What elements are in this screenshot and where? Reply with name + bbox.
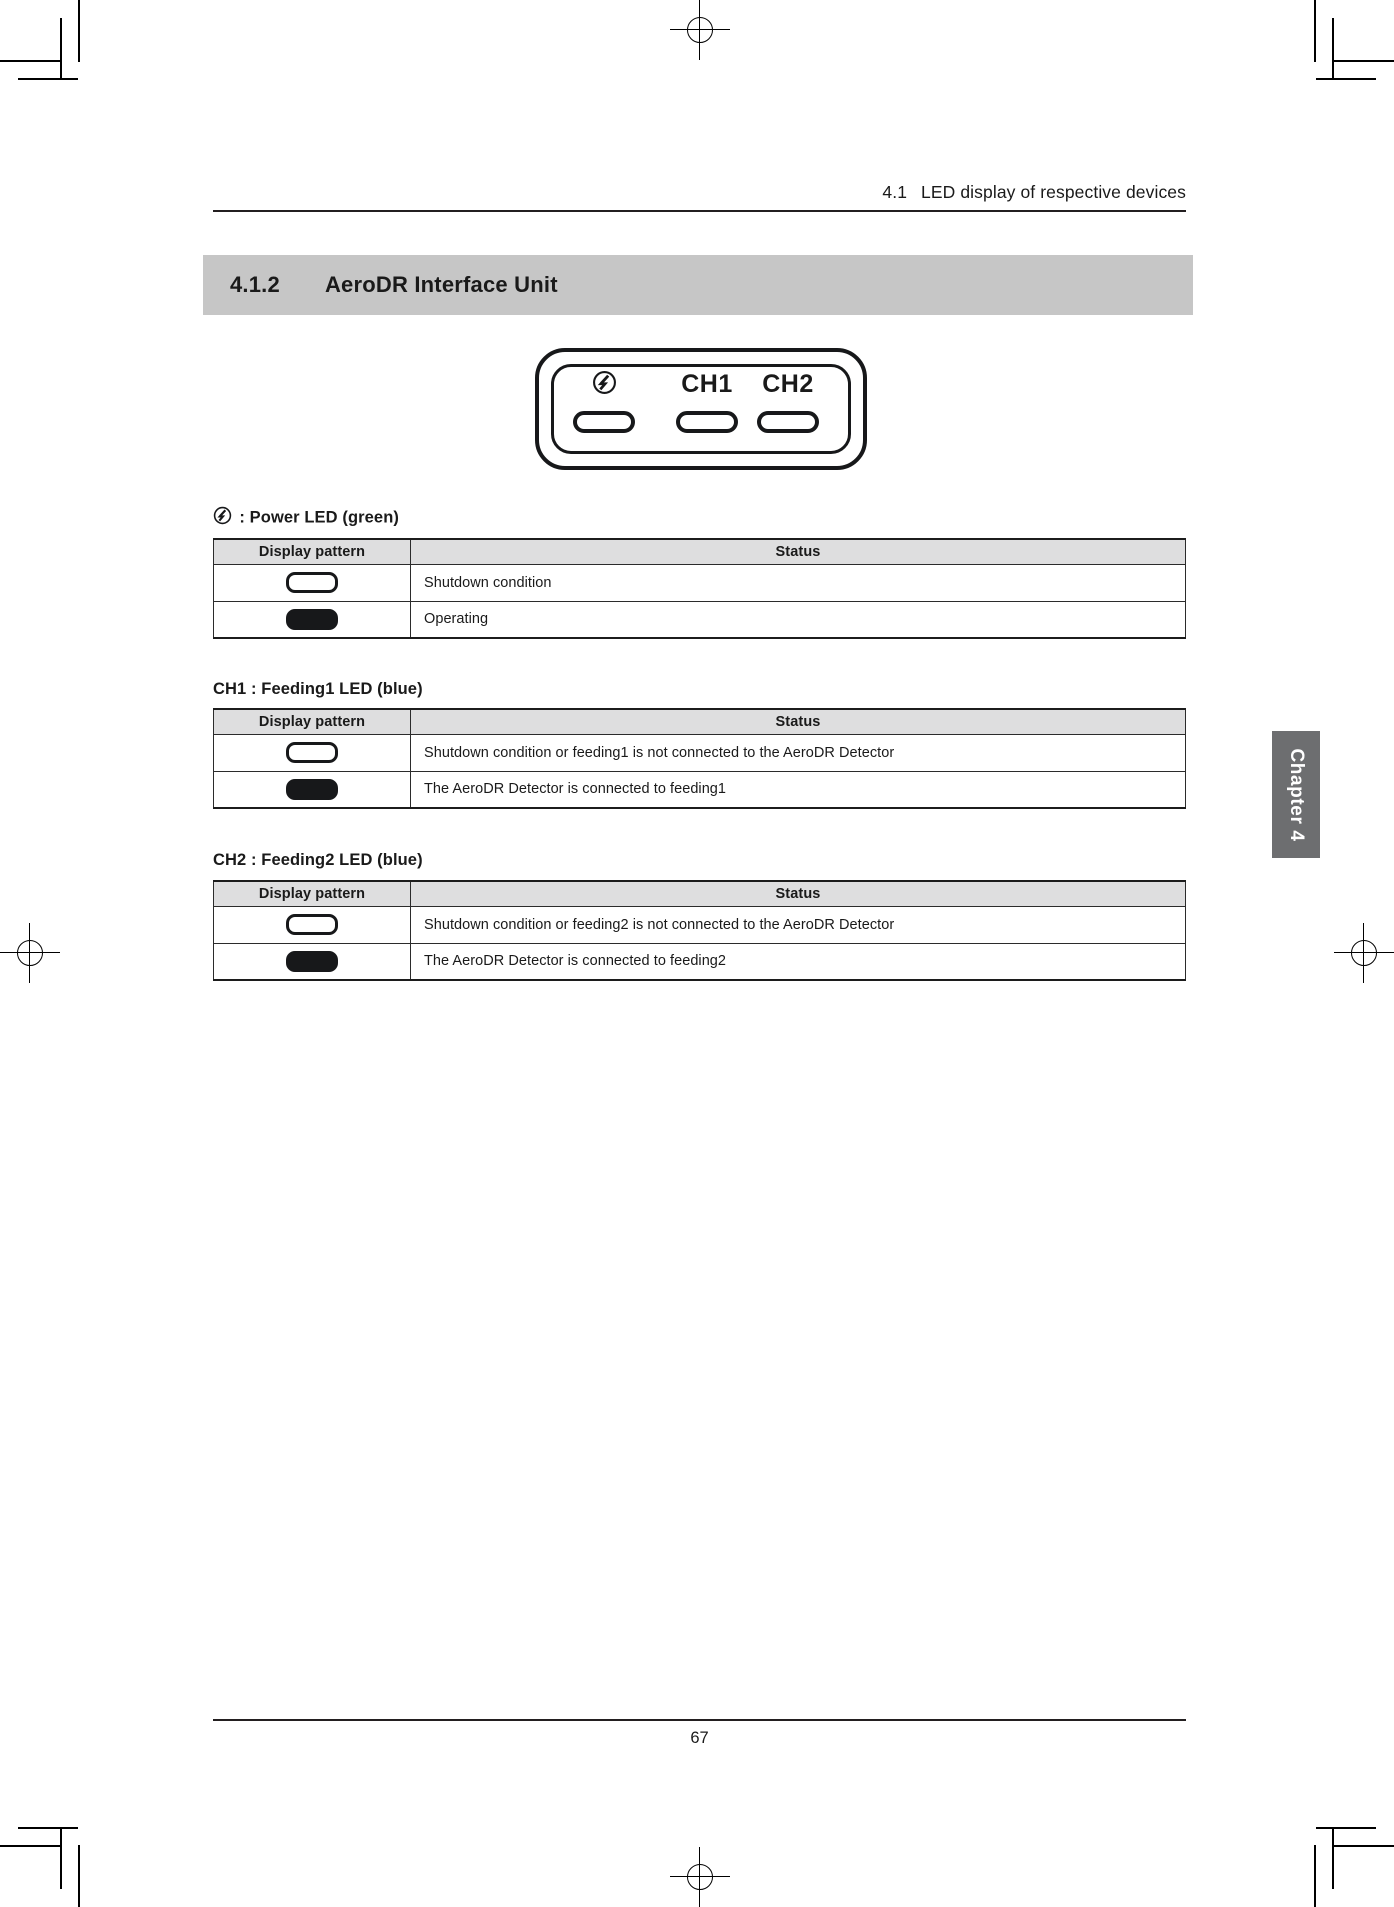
chapter-thumb-tab: Chapter 4 [1272,731,1320,858]
ch2-led-slot [757,411,819,433]
crop-mark-top-right-horizontal [1332,60,1394,62]
led-pattern-cell [213,770,411,809]
led-indicator-on [286,608,338,630]
ch1-led-slot [676,411,738,433]
column-header-status: Status [410,538,1186,565]
table-row: Operating [213,600,1186,639]
led-indicator-off [286,742,338,763]
crop-mark-bottom-right-vertical [1314,1845,1316,1907]
crop-mark-bottom-left-vertical [78,1845,80,1907]
caption-power-led: : Power LED (green) [213,506,399,529]
aerodr-interface-unit-illustration: CH1 CH2 [535,348,867,470]
section-heading: 4.1.2 AeroDR Interface Unit [203,255,1193,315]
table-header-row: Display pattern Status [213,538,1186,565]
crop-mark-bottom-left-horizontal [0,1845,62,1847]
crop-mark-top-left-vertical [78,0,80,62]
table-row: Shutdown condition or feeding1 is not co… [213,733,1186,772]
page-number: 67 [690,1729,709,1747]
led-indicator-on [286,950,338,972]
crop-mark-top-right-vertical [1314,0,1316,62]
power-led-icon [592,370,617,395]
caption-ch1-feeding1-led: CH1 : Feeding1 LED (blue) [213,680,423,698]
led-pattern-cell [213,942,411,981]
running-header-title: LED display of respective devices [921,182,1186,202]
running-header-number: 4.1 [882,182,908,202]
led-pattern-cell [213,600,411,639]
unit-labels: CH1 CH2 [535,370,867,406]
column-header-display-pattern: Display pattern [213,538,411,565]
crop-mark-bottom-right-inner-h [1316,1827,1376,1829]
caption-ch2-feeding2-led: CH2 : Feeding2 LED (blue) [213,851,423,869]
chapter-tab-label: Chapter 4 [1286,747,1307,842]
crop-mark-bottom-left-inner-v [60,1829,62,1889]
table-power-led: Display pattern Status Shutdown conditio… [213,538,1186,639]
column-header-status: Status [410,708,1186,735]
caption-power-led-text: : Power LED (green) [239,508,399,527]
crop-mark-bottom-right-horizontal [1332,1845,1394,1847]
table-row: Shutdown condition [213,563,1186,602]
led-pattern-cell [213,733,411,772]
status-cell: Shutdown condition or feeding2 is not co… [410,905,1186,944]
status-cell: The AeroDR Detector is connected to feed… [410,942,1186,981]
status-cell: Operating [410,600,1186,639]
crop-mark-bottom-left-inner-h [18,1827,78,1829]
table-row: The AeroDR Detector is connected to feed… [213,942,1186,981]
led-indicator-off [286,914,338,935]
crop-mark-bottom-right-inner-v [1332,1829,1334,1889]
unit-power-label [579,370,629,399]
table-row: Shutdown condition or feeding2 is not co… [213,905,1186,944]
crop-mark-top-left-inner-v [60,18,62,78]
status-cell: Shutdown condition [410,563,1186,602]
crop-mark-top-right-inner-h [1316,78,1376,80]
status-cell: The AeroDR Detector is connected to feed… [410,770,1186,809]
crop-mark-top-left-horizontal [0,60,62,62]
footer-rule [213,1719,1186,1721]
column-header-display-pattern: Display pattern [213,880,411,907]
column-header-display-pattern: Display pattern [213,708,411,735]
header-rule [213,210,1186,212]
unit-ch1-label: CH1 [681,370,733,398]
table-row: The AeroDR Detector is connected to feed… [213,770,1186,809]
crop-mark-top-left-inner-h [18,78,78,80]
running-header: 4.1 LED display of respective devices [213,182,1186,203]
table-ch1-feeding1-led: Display pattern Status Shutdown conditio… [213,708,1186,809]
section-title: AeroDR Interface Unit [324,272,558,297]
led-indicator-off [286,572,338,593]
led-indicator-on [286,778,338,800]
crop-mark-top-right-inner-v [1332,18,1334,78]
status-cell: Shutdown condition or feeding1 is not co… [410,733,1186,772]
table-ch2-feeding2-led: Display pattern Status Shutdown conditio… [213,880,1186,981]
power-led-icon [213,506,232,525]
power-led-slot [573,411,635,433]
table-header-row: Display pattern Status [213,708,1186,735]
led-pattern-cell [213,563,411,602]
table-header-row: Display pattern Status [213,880,1186,907]
led-pattern-cell [213,905,411,944]
unit-ch2-label: CH2 [762,370,814,398]
section-number: 4.1.2 [230,272,280,297]
column-header-status: Status [410,880,1186,907]
